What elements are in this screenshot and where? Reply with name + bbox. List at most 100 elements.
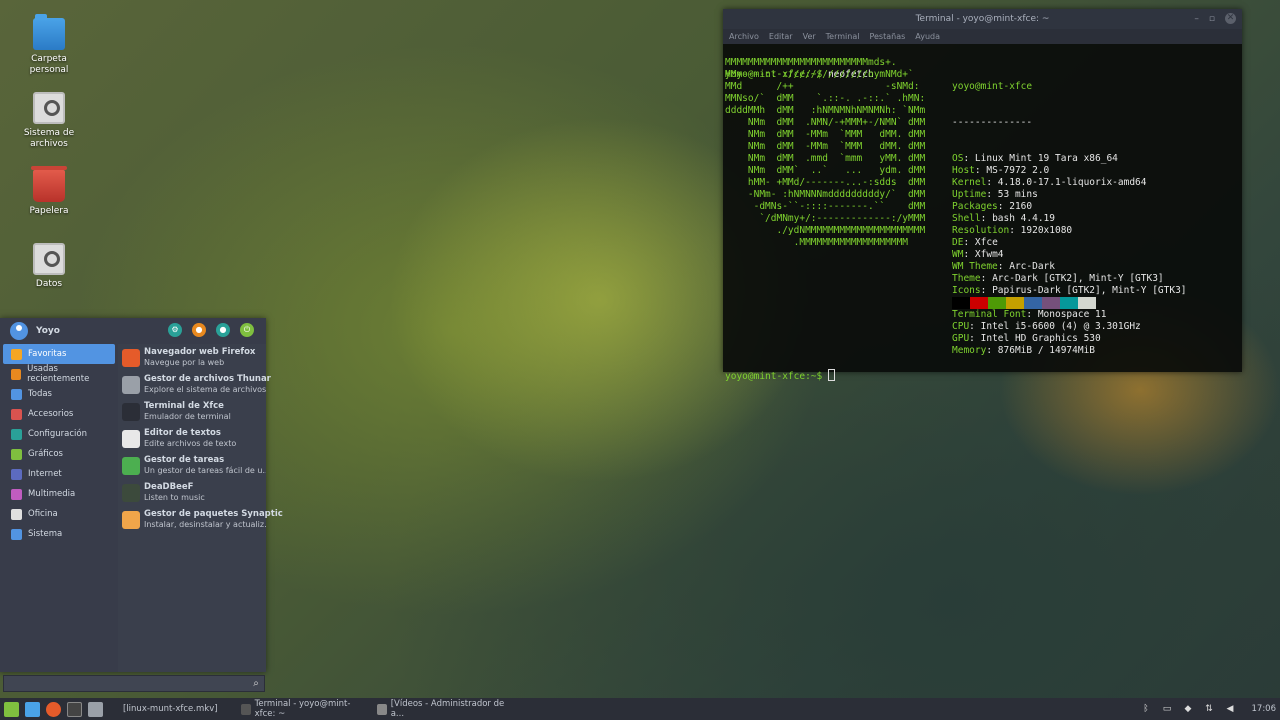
category-item[interactable]: Configuración: [3, 424, 115, 444]
desktop-icon-trash[interactable]: Papelera: [9, 166, 89, 217]
app-description: Listen to music: [144, 493, 205, 502]
task-file-manager[interactable]: [Vídeos - Administrador de a...: [371, 698, 511, 720]
info-value: Monospace 11: [1037, 309, 1107, 320]
app-item[interactable]: Gestor de archivos Thunar Explore el sist…: [118, 371, 271, 398]
mint-menu-icon[interactable]: [4, 701, 19, 717]
info-line: Shell: bash 4.4.19: [952, 213, 1187, 225]
app-icon: [122, 348, 140, 367]
user-switch-icon[interactable]: ●: [216, 323, 230, 337]
category-item[interactable]: Sistema: [3, 524, 115, 544]
search-bar[interactable]: ⌕: [3, 675, 265, 692]
app-description: Navegue por la web: [144, 358, 225, 367]
app-text: Gestor de archivos Thunar Explore el sist…: [144, 374, 271, 395]
terminal-window[interactable]: Terminal - yoyo@mint-xfce: ~ – ▫ ✕ Archi…: [723, 9, 1242, 382]
desktop-icon-datos[interactable]: Datos: [9, 243, 89, 290]
search-icon[interactable]: ⌕: [248, 678, 264, 689]
terminal-titlebar[interactable]: Terminal - yoyo@mint-xfce: ~ – ▫ ✕: [723, 9, 1242, 29]
info-colon: :: [986, 177, 998, 188]
category-icon: [11, 508, 22, 520]
category-item[interactable]: Internet: [3, 464, 115, 484]
info-line: WM: Xfwm4: [952, 249, 1187, 261]
app-item[interactable]: Gestor de tareas Un gestor de tareas fáci…: [118, 452, 266, 479]
info-key: Terminal Font: [952, 309, 1027, 320]
info-colon: :: [997, 261, 1010, 272]
category-item[interactable]: Accesorios: [3, 404, 115, 424]
lock-icon[interactable]: ●: [192, 323, 206, 337]
trash-icon: [31, 166, 67, 202]
clock[interactable]: 17:06: [1252, 704, 1277, 714]
category-icon: [11, 408, 22, 420]
info-value: 1920x1080: [1020, 225, 1073, 236]
application-menu[interactable]: Yoyo ⚙ ● ● ⏻ Favoritas Usadas recientemen…: [0, 318, 283, 692]
info-value: Arc-Dark: [1009, 261, 1055, 272]
firefox-icon[interactable]: [46, 701, 61, 717]
category-item[interactable]: Oficina: [3, 504, 115, 524]
display-icon[interactable]: ▭: [1162, 704, 1173, 715]
category-list: Favoritas Usadas recientemente Todas Acceso…: [0, 344, 118, 672]
info-value: Papirus-Dark [GTK2], Mint-Y [GTK3]: [992, 285, 1187, 296]
app-title: Terminal de Xfce: [144, 401, 224, 411]
category-item[interactable]: Usadas recientemente: [3, 364, 115, 384]
app-description: Un gestor de tareas fácil de u...: [144, 466, 266, 475]
terminal-icon[interactable]: [67, 701, 82, 717]
info-line: WM Theme: Arc-Dark: [952, 261, 1187, 273]
menu-ayuda[interactable]: Ayuda: [915, 29, 940, 44]
app-description: Emulador de terminal: [144, 412, 231, 421]
menu-header: Yoyo ⚙ ● ● ⏻: [0, 318, 266, 344]
color-swatch: [952, 297, 970, 309]
task-terminal[interactable]: Terminal - yoyo@mint-xfce: ~: [235, 698, 371, 720]
info-line: Memory: 876MiB / 14974MiB: [952, 345, 1187, 357]
app-item[interactable]: Navegador web Firefox Navegue por la web: [118, 344, 266, 371]
app-icon: [122, 402, 140, 421]
app-item[interactable]: Editor de textos Edite archivos de texto: [118, 425, 266, 452]
info-key: Theme: [952, 273, 981, 284]
folder-icon[interactable]: [25, 701, 40, 717]
category-icon: [11, 448, 22, 460]
category-item[interactable]: Todas: [3, 384, 115, 404]
category-icon: [11, 488, 22, 500]
desktop-icon-label: Datos: [35, 279, 63, 289]
app-description: Explore el sistema de archivos...: [144, 385, 266, 394]
category-item[interactable]: Favoritas: [3, 344, 115, 364]
shield-icon[interactable]: ◆: [1183, 704, 1194, 715]
category-icon: [11, 528, 22, 540]
video-folder-icon: [377, 703, 387, 715]
close-icon[interactable]: ✕: [1225, 13, 1236, 24]
desktop-icon-filesystem[interactable]: Sistema de archivos: [9, 92, 89, 150]
minimize-icon[interactable]: –: [1194, 9, 1199, 29]
search-input[interactable]: [4, 676, 248, 691]
menu-pestanas[interactable]: Pestañas: [869, 29, 905, 44]
category-label: Todas: [28, 389, 52, 399]
task-video[interactable]: [linux-munt-xfce.mkv]: [117, 698, 233, 720]
app-item[interactable]: Gestor de paquetes Synaptic Instalar, des…: [118, 506, 283, 533]
menu-editar[interactable]: Editar: [769, 29, 793, 44]
info-colon: :: [1026, 309, 1038, 320]
bluetooth-icon[interactable]: ᛒ: [1141, 704, 1152, 715]
volume-icon[interactable]: ◀: [1225, 704, 1236, 715]
category-label: Configuración: [28, 429, 87, 439]
terminal-icon: [241, 703, 251, 715]
app-item[interactable]: Terminal de Xfce Emulador de terminal: [118, 398, 266, 425]
info-colon: :: [963, 237, 975, 248]
category-item[interactable]: Multimedia: [3, 484, 115, 504]
terminal-output[interactable]: yoyo@mint-xfce:~$ neofetch MMMMMMMMMMMMM…: [723, 44, 1242, 382]
info-line: Theme: Arc-Dark [GTK2], Mint-Y [GTK3]: [952, 273, 1187, 285]
file-manager-icon[interactable]: [88, 701, 103, 717]
settings-icon[interactable]: ⚙: [168, 323, 182, 337]
cursor: [827, 369, 835, 381]
network-icon[interactable]: ⇅: [1204, 704, 1215, 715]
desktop-icon-home[interactable]: Carpeta personal: [9, 14, 89, 76]
maximize-icon[interactable]: ▫: [1209, 9, 1215, 29]
app-item[interactable]: DeaDBeeF Listen to music: [118, 479, 266, 506]
app-list: Navegador web Firefox Navegue por la web G…: [118, 344, 283, 672]
menu-terminal[interactable]: Terminal: [826, 29, 860, 44]
username: Yoyo: [36, 326, 60, 336]
menu-archivo[interactable]: Archivo: [729, 29, 759, 44]
category-item[interactable]: Gráficos: [3, 444, 115, 464]
power-icon[interactable]: ⏻: [240, 323, 254, 337]
info-value: Xfwm4: [974, 249, 1004, 260]
menu-ver[interactable]: Ver: [803, 29, 816, 44]
launchers: [0, 701, 103, 717]
info-key: Shell: [952, 213, 981, 224]
info-colon: :: [969, 321, 981, 332]
